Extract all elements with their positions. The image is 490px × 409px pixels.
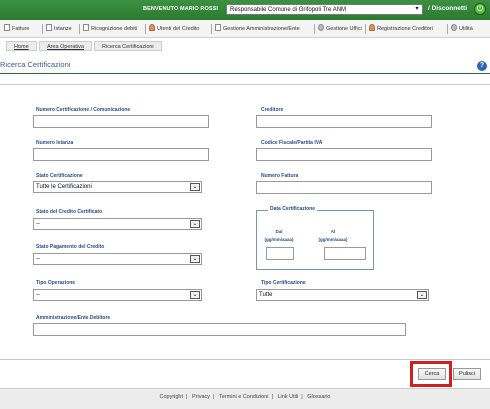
gear-icon (318, 24, 324, 31)
breadcrumb-current: Ricerca Certificazioni (94, 41, 162, 51)
stato-credito-label: Stato del Credito Certificato (36, 209, 103, 215)
menu-item-ricognizione[interactable]: Ricognizione debiti (83, 24, 137, 34)
al-format-hint: (gg/mm/aaaa) (318, 237, 348, 242)
menu-item-istanze[interactable]: Istanze (46, 24, 72, 34)
footer: Copyright | Privacy | Termini e Condizioni… (0, 388, 490, 409)
menu-separator (447, 24, 448, 34)
breadcrumb-home[interactable]: Home (6, 41, 37, 51)
gear-icon (451, 24, 457, 31)
codice-fiscale-input[interactable] (256, 148, 432, 161)
menu-separator (79, 24, 80, 34)
dal-label: Dal (275, 229, 283, 234)
numero-istanza-label: Numero Istanza (36, 140, 74, 146)
main-menu: Fatture Istanze Ricognizione debiti Uten… (0, 20, 490, 38)
entity-select[interactable]: Responsabile Comune di Grifopoli Tre ANM… (226, 4, 423, 15)
page-title: Ricerca Certificazioni (0, 60, 71, 69)
footer-link-copyright[interactable]: Copyright (159, 394, 183, 400)
numero-fattura-label: Numero Fattura (261, 173, 299, 179)
menu-item-registrazione[interactable]: Registrazione Creditori (369, 24, 433, 34)
breadcrumb: Home Area Operativa Ricerca Certificazio… (0, 41, 490, 52)
breadcrumb-area-operativa[interactable]: Area Operativa (39, 41, 92, 51)
power-icon[interactable]: ⏻ (474, 3, 486, 15)
stato-pagamento-select[interactable]: -- ⌄ (33, 253, 202, 265)
menu-separator (145, 24, 146, 34)
menu-item-fatture[interactable]: Fatture (4, 24, 29, 34)
tipo-operazione-select[interactable]: -- ⌄ (33, 289, 202, 301)
stato-pagamento-label: Stato Pagamento del Credito (36, 244, 105, 250)
menu-separator (42, 24, 43, 34)
data-al-input[interactable] (324, 247, 366, 260)
title-divider (0, 73, 490, 74)
menu-item-gestione-uffici[interactable]: Gestione Uffici (318, 24, 362, 34)
stato-credito-select[interactable]: -- ⌄ (33, 218, 202, 230)
numero-certificazione-label: Numero Certificazione / Comunicazione (36, 107, 131, 113)
menu-item-utilita[interactable]: Utilità (451, 24, 473, 34)
chevron-down-icon: ⌄ (190, 183, 200, 191)
stato-certificazione-select[interactable]: Tutte le Certificazioni ⌄ (33, 181, 202, 193)
chevron-down-icon: ⌄ (190, 255, 200, 263)
entity-select-value: Responsabile Comune di Grifopoli Tre ANM (230, 7, 347, 13)
document-icon (46, 24, 52, 31)
tipo-certificazione-label: Tipo Certificazione (261, 280, 306, 286)
pulisci-button[interactable]: Pulisci (453, 368, 481, 380)
footer-links: Copyright | Privacy | Termini e Condizioni… (159, 394, 331, 400)
amministrazione-label: Amministrazione/Ente Debitore (36, 315, 111, 321)
chevron-down-icon: ▾ (415, 6, 419, 12)
footer-link-privacy[interactable]: Privacy (192, 394, 210, 400)
numero-istanza-input[interactable] (33, 148, 209, 161)
menu-separator (314, 24, 315, 34)
numero-fattura-input[interactable] (256, 181, 432, 194)
creditore-label: Creditore (261, 107, 284, 113)
tipo-certificazione-select[interactable]: Tutte ⌄ (256, 289, 429, 301)
menu-separator (365, 24, 366, 34)
chevron-down-icon: ⌄ (190, 291, 200, 299)
top-bar: BENVENUTO MARIO ROSSI Responsabile Comun… (0, 0, 490, 20)
stato-certificazione-label: Stato Certificazione (36, 173, 83, 179)
menu-item-utenti[interactable]: Utenti del Credito (149, 24, 200, 34)
al-label: Al (330, 229, 336, 234)
user-icon (369, 24, 375, 31)
user-icon (149, 24, 155, 31)
menu-item-gestione-ente[interactable]: Gestione Amministrazione/Ente (215, 24, 300, 34)
chevron-down-icon: ⌄ (190, 220, 200, 228)
dal-format-hint: (gg/mm/aaaa) (264, 237, 294, 242)
footer-link-glossario[interactable]: Glossario (307, 394, 330, 400)
numero-certificazione-input[interactable] (33, 115, 209, 128)
document-icon (215, 24, 221, 31)
tipo-operazione-label: Tipo Operazione (36, 280, 76, 286)
logout-link[interactable]: / Disconnetti (428, 5, 467, 12)
codice-fiscale-label: Codice Fiscale/Partita IVA (261, 140, 323, 146)
data-dal-input[interactable] (266, 247, 294, 260)
help-icon[interactable]: ? (477, 61, 487, 71)
footer-link-link-utili[interactable]: Link Utili (278, 394, 299, 400)
welcome-text: BENVENUTO MARIO ROSSI (143, 6, 219, 12)
chevron-down-icon: ⌄ (417, 291, 427, 299)
document-icon (4, 24, 10, 31)
menu-separator (211, 24, 212, 34)
document-icon (83, 24, 89, 31)
creditore-input[interactable] (256, 115, 432, 128)
footer-link-termini[interactable]: Termini e Condizioni (219, 394, 269, 400)
data-certificazione-legend: Data Certificazione (268, 206, 318, 212)
cerca-button[interactable]: Cerca (418, 368, 446, 380)
amministrazione-input[interactable] (33, 323, 406, 336)
